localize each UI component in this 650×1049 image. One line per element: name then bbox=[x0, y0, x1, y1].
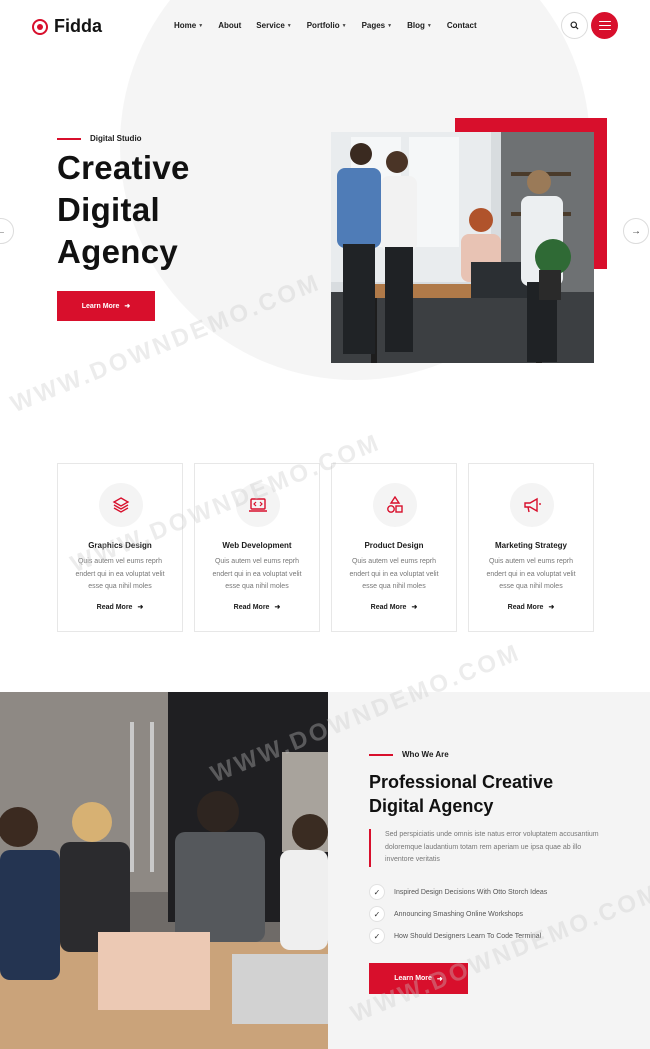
hamburger-menu-icon bbox=[598, 20, 611, 23]
about-description: Sed perspiciatis unde omnis iste natus e… bbox=[369, 829, 609, 867]
logo-text: Fidda bbox=[54, 16, 102, 36]
link-label: Read More bbox=[370, 604, 407, 611]
nav-item-about[interactable]: About bbox=[218, 21, 241, 30]
service-read-more-link[interactable]: Read More ➜ bbox=[58, 603, 182, 611]
arrow-right-icon: ➜ bbox=[548, 604, 555, 611]
logo-mark-icon bbox=[32, 18, 48, 35]
nav-item-blog[interactable]: Blog ▼ bbox=[407, 21, 432, 30]
hero-eyebrow: Digital Studio bbox=[57, 134, 142, 143]
about-title: Professional Creative Digital Agency bbox=[369, 770, 629, 818]
hero-title-line: Digital bbox=[57, 191, 160, 228]
slider-prev-button[interactable]: ← bbox=[0, 218, 14, 244]
list-item: ✓ Inspired Design Decisions With Otto St… bbox=[369, 881, 547, 903]
slider-next-button[interactable]: → bbox=[623, 218, 649, 244]
link-label: Read More bbox=[507, 604, 544, 611]
nav-item-pages[interactable]: Pages ▼ bbox=[362, 21, 393, 30]
arrow-right-icon: ➜ bbox=[137, 604, 144, 611]
chevron-down-icon: ▼ bbox=[286, 22, 292, 29]
hamburger-menu-icon bbox=[598, 24, 611, 27]
search-button[interactable] bbox=[561, 12, 588, 39]
megaphone-icon bbox=[510, 483, 554, 527]
nav-item-service[interactable]: Service ▼ bbox=[256, 21, 291, 30]
hero-team-photo bbox=[331, 132, 594, 363]
hero-title: Creative Digital Agency bbox=[57, 147, 317, 273]
checkmark-icon: ✓ bbox=[369, 906, 385, 922]
about-title-line: Digital Agency bbox=[369, 796, 494, 816]
arrow-right-icon: ➜ bbox=[124, 303, 131, 310]
service-description: Quis autem vel eums reprh endert qui in … bbox=[349, 558, 439, 590]
service-title: Marketing Strategy bbox=[494, 541, 568, 550]
arrow-right-icon: → bbox=[631, 225, 641, 237]
hero-eyebrow-text: Digital Studio bbox=[90, 134, 142, 143]
menu-button[interactable] bbox=[591, 12, 618, 39]
service-read-more-link[interactable]: Read More ➜ bbox=[195, 603, 319, 611]
chevron-down-icon: ▼ bbox=[341, 22, 347, 29]
hero-title-line: Agency bbox=[57, 233, 179, 270]
nav-item-label: Service bbox=[256, 21, 285, 30]
service-title: Product Design bbox=[364, 541, 424, 550]
chevron-down-icon: ▼ bbox=[198, 22, 204, 29]
nav-item-contact[interactable]: Contact bbox=[447, 21, 477, 30]
arrow-right-icon: ➜ bbox=[274, 604, 281, 611]
accent-bar bbox=[57, 137, 81, 140]
service-card-marketing-strategy: Marketing Strategy Quis autem vel eums r… bbox=[468, 463, 594, 632]
hero-learn-more-button[interactable]: Learn More ➜ bbox=[57, 291, 155, 321]
chevron-down-icon: ▼ bbox=[426, 22, 432, 29]
about-title-line: Professional Creative bbox=[369, 772, 554, 792]
checkmark-icon: ✓ bbox=[369, 884, 385, 900]
link-label: Read More bbox=[233, 604, 270, 611]
nav-item-portfolio[interactable]: Portfolio ▼ bbox=[307, 21, 347, 30]
about-eyebrow: Who We Are bbox=[369, 750, 449, 759]
shapes-icon bbox=[373, 483, 417, 527]
list-item-text: Announcing Smashing Online Workshops bbox=[394, 910, 524, 918]
nav-item-label: Contact bbox=[446, 21, 477, 30]
nav-item-label: Pages bbox=[361, 21, 386, 30]
service-read-more-link[interactable]: Read More ➜ bbox=[332, 603, 456, 611]
checkmark-icon: ✓ bbox=[369, 928, 385, 944]
nav-item-label: Home bbox=[174, 21, 197, 30]
list-item: ✓ Announcing Smashing Online Workshops bbox=[369, 903, 547, 925]
about-eyebrow-text: Who We Are bbox=[402, 750, 449, 759]
site-logo[interactable]: Fidda bbox=[32, 16, 102, 37]
layers-icon bbox=[99, 483, 143, 527]
nav-item-home[interactable]: Home ▼ bbox=[174, 21, 203, 30]
service-card-product-design: Product Design Quis autem vel eums reprh… bbox=[331, 463, 457, 632]
arrow-left-icon: ← bbox=[0, 225, 6, 237]
service-description: Quis autem vel eums reprh endert qui in … bbox=[486, 558, 576, 590]
search-icon bbox=[570, 21, 579, 30]
list-item-text: Inspired Design Decisions With Otto Stor… bbox=[394, 888, 548, 896]
hamburger-menu-icon bbox=[598, 28, 611, 31]
accent-bar bbox=[369, 753, 393, 756]
main-navigation: Home ▼ About Service ▼ Portfolio ▼ Pages ▼ B… bbox=[174, 21, 492, 30]
chevron-down-icon: ▼ bbox=[387, 22, 393, 29]
nav-item-label: Blog bbox=[407, 21, 425, 30]
nav-item-label: Portfolio bbox=[306, 21, 340, 30]
arrow-right-icon: ➜ bbox=[411, 604, 418, 611]
service-description: Quis autem vel eums reprh endert qui in … bbox=[212, 558, 302, 590]
button-label: Learn More bbox=[81, 302, 120, 310]
service-read-more-link[interactable]: Read More ➜ bbox=[469, 603, 593, 611]
link-label: Read More bbox=[96, 604, 133, 611]
service-title: Web Development bbox=[222, 541, 292, 550]
hero-title-line: Creative bbox=[57, 149, 190, 186]
nav-item-label: About bbox=[218, 21, 242, 30]
